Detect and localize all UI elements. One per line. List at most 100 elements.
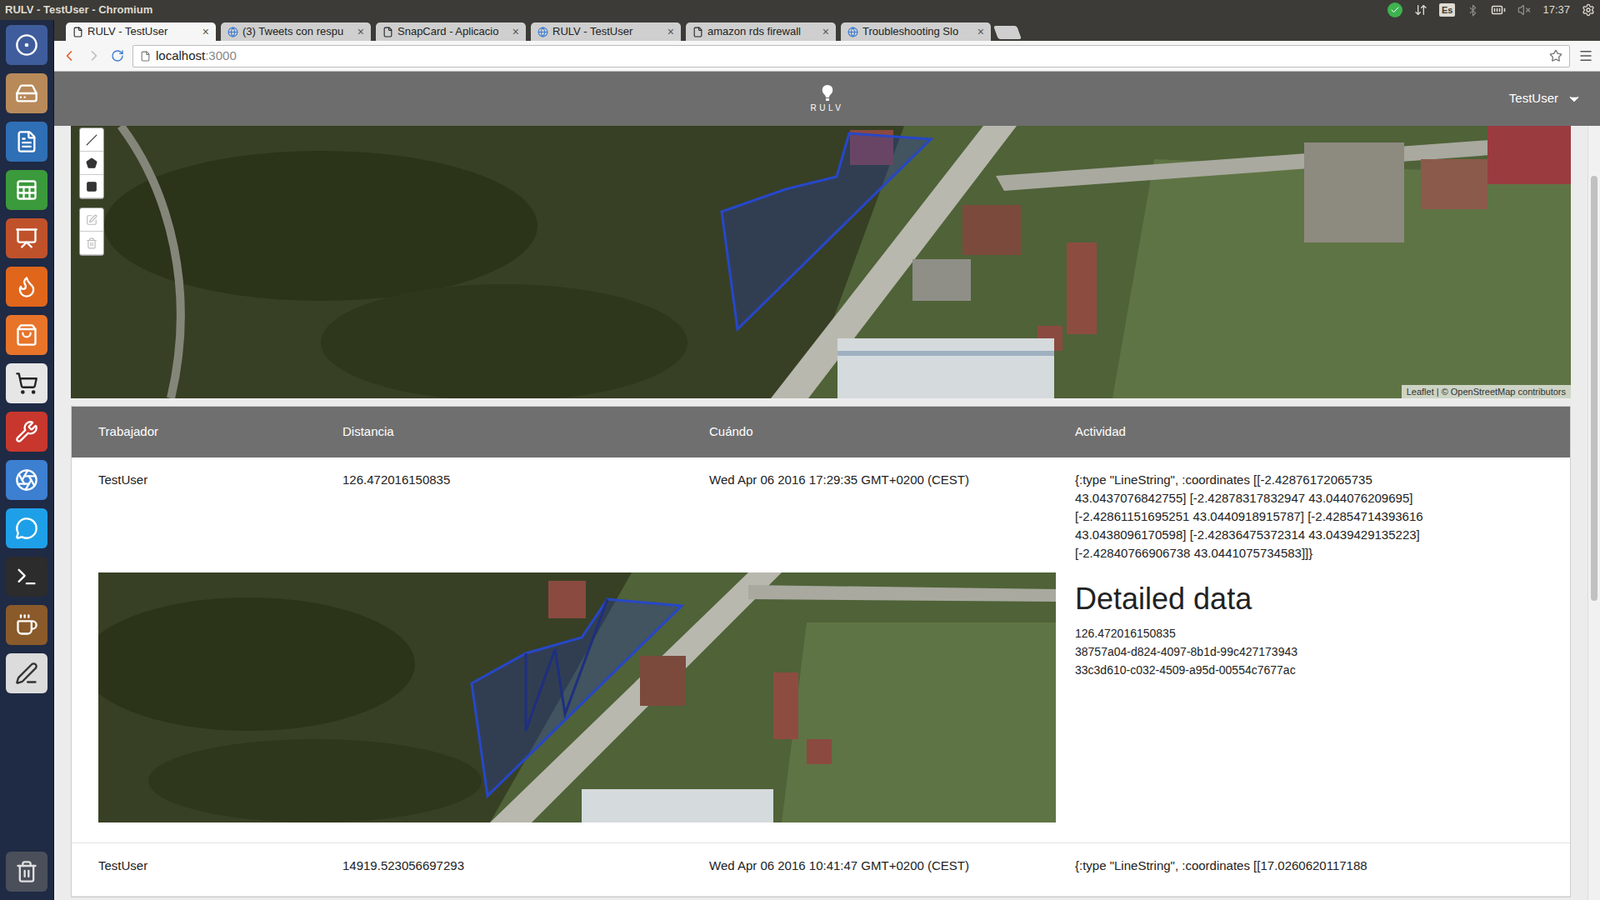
favicon-icon	[537, 26, 549, 38]
app-icon	[15, 323, 39, 347]
tab-label: Troubleshooting Slo	[862, 23, 974, 40]
rectangle-tool-button[interactable]	[80, 175, 104, 199]
tab-label: amazon rds firewall	[707, 23, 819, 40]
user-menu[interactable]: TestUser	[1509, 71, 1582, 126]
battery-icon[interactable]	[1490, 2, 1506, 18]
rectangle-icon	[85, 180, 98, 193]
toolbar: localhost:3000	[54, 40, 1600, 72]
network-icon[interactable]	[1414, 3, 1428, 17]
when-cell: Wed Apr 06 2016 17:29:35 GMT+0200 (CEST)	[709, 470, 1075, 563]
app-icon	[15, 226, 39, 250]
tab-label: (3) Tweets con respu	[242, 23, 354, 40]
launcher-item[interactable]	[5, 170, 48, 210]
map-attribution[interactable]: Leaflet | © OpenStreetMap contributors	[1401, 385, 1571, 399]
keyboard-indicator[interactable]: Es	[1439, 3, 1455, 17]
app-icon	[15, 565, 39, 589]
browser-tab[interactable]: RULV - TestUser×	[530, 22, 681, 41]
status-icon[interactable]	[1387, 2, 1403, 18]
table-row[interactable]: TestUser14919.523056697293Wed Apr 06 201…	[71, 843, 1570, 897]
distance-cell: 14919.523056697293	[342, 856, 710, 876]
tab-label: SnapCard - Aplicacio	[397, 23, 509, 40]
column-header[interactable]: Distancia	[342, 422, 710, 442]
volume-icon[interactable]	[1517, 3, 1531, 17]
back-icon[interactable]	[60, 47, 78, 65]
page-scrollbar[interactable]	[1587, 125, 1600, 900]
app-icon	[15, 613, 39, 637]
favicon-icon	[382, 26, 394, 38]
column-header[interactable]: Actividad	[1075, 422, 1554, 442]
trash-launcher-item[interactable]	[5, 851, 48, 892]
reload-icon[interactable]	[110, 49, 125, 63]
launcher-item[interactable]	[5, 218, 48, 259]
url: localhost:3000	[155, 46, 1545, 66]
table-header: TrabajadorDistanciaCuándoActividad	[71, 406, 1570, 458]
tab-label: RULV - TestUser	[87, 23, 199, 40]
column-header[interactable]: Cuándo	[709, 422, 1075, 442]
launcher-item[interactable]	[5, 411, 48, 452]
app-logo[interactable]: RULV	[810, 84, 845, 115]
detail-map[interactable]	[98, 572, 1056, 823]
launcher-item[interactable]	[5, 363, 48, 404]
browser-tab[interactable]: SnapCard - Aplicacio×	[375, 22, 526, 41]
route-polygon[interactable]	[70, 125, 1571, 399]
launcher-item[interactable]	[5, 653, 48, 694]
chrome-menu-icon[interactable]	[1578, 48, 1594, 64]
launcher-item[interactable]	[5, 266, 48, 307]
address-bar[interactable]: localhost:3000	[132, 45, 1570, 68]
tab-close-button[interactable]: ×	[822, 23, 830, 41]
browser-tab[interactable]: amazon rds firewall×	[685, 22, 836, 41]
new-tab-button[interactable]	[993, 25, 1022, 40]
launcher-item[interactable]	[5, 508, 48, 549]
browser-tab[interactable]: (3) Tweets con respu×	[220, 22, 371, 41]
clock[interactable]: 17:37	[1542, 1, 1570, 19]
distance-cell: 126.472016150835	[342, 470, 710, 563]
polygon-icon	[85, 157, 98, 170]
tab-close-button[interactable]: ×	[512, 23, 520, 41]
app-icon	[15, 275, 39, 299]
map-imagery	[70, 125, 1571, 399]
dropdown-arrow-icon	[1566, 91, 1582, 107]
launcher-item[interactable]	[5, 73, 48, 114]
indicators: Es 17:37	[1387, 1, 1595, 19]
bookmark-star-icon[interactable]	[1549, 49, 1563, 63]
launcher-item[interactable]	[5, 315, 48, 355]
edit-tool-button[interactable]	[80, 208, 104, 232]
tab-close-button[interactable]: ×	[202, 23, 210, 41]
favicon-icon	[847, 26, 859, 38]
page-icon	[140, 50, 151, 62]
polygon-tool-button[interactable]	[80, 151, 104, 175]
scrollbar-thumb[interactable]	[1590, 175, 1598, 601]
browser-tab[interactable]: Troubleshooting Slo×	[840, 22, 991, 41]
launcher-item[interactable]	[5, 25, 48, 65]
launcher-item[interactable]	[5, 556, 48, 597]
launcher-item[interactable]	[5, 605, 48, 645]
favicon-icon	[692, 26, 704, 38]
tab-close-button[interactable]: ×	[667, 23, 675, 41]
app-icon	[15, 130, 39, 154]
tab-close-button[interactable]: ×	[357, 23, 365, 41]
launcher-item[interactable]	[5, 460, 48, 500]
draw-toolbar	[79, 127, 105, 256]
bluetooth-icon[interactable]	[1466, 4, 1480, 17]
worker-cell: TestUser	[98, 470, 343, 563]
delete-tool-button[interactable]	[80, 231, 104, 255]
table-row[interactable]: TestUser126.472016150835Wed Apr 06 2016 …	[71, 457, 1570, 844]
edit-icon	[85, 214, 98, 226]
map-imagery	[98, 572, 1056, 823]
tab-close-button[interactable]: ×	[977, 23, 985, 41]
app-icon	[15, 371, 39, 395]
activity-table: TrabajadorDistanciaCuándoActividadTestUs…	[70, 405, 1571, 898]
browser-tab[interactable]: RULV - TestUser×	[65, 22, 216, 41]
column-header[interactable]: Trabajador	[98, 422, 343, 442]
settings-icon[interactable]	[1581, 3, 1595, 17]
app-icon	[15, 661, 39, 685]
app-icon	[15, 81, 39, 105]
favicon-icon	[72, 26, 84, 38]
polyline-tool-button[interactable]	[80, 128, 104, 152]
forward-icon[interactable]	[85, 47, 103, 65]
launcher-item[interactable]	[5, 121, 48, 162]
desktop: RULV - TestUser - ChromiumEs17:37RULV - …	[0, 0, 1600, 900]
app-icon	[15, 516, 39, 540]
detail-line: 126.472016150835	[1075, 624, 1554, 643]
map[interactable]: Leaflet | © OpenStreetMap contributors	[70, 125, 1571, 399]
